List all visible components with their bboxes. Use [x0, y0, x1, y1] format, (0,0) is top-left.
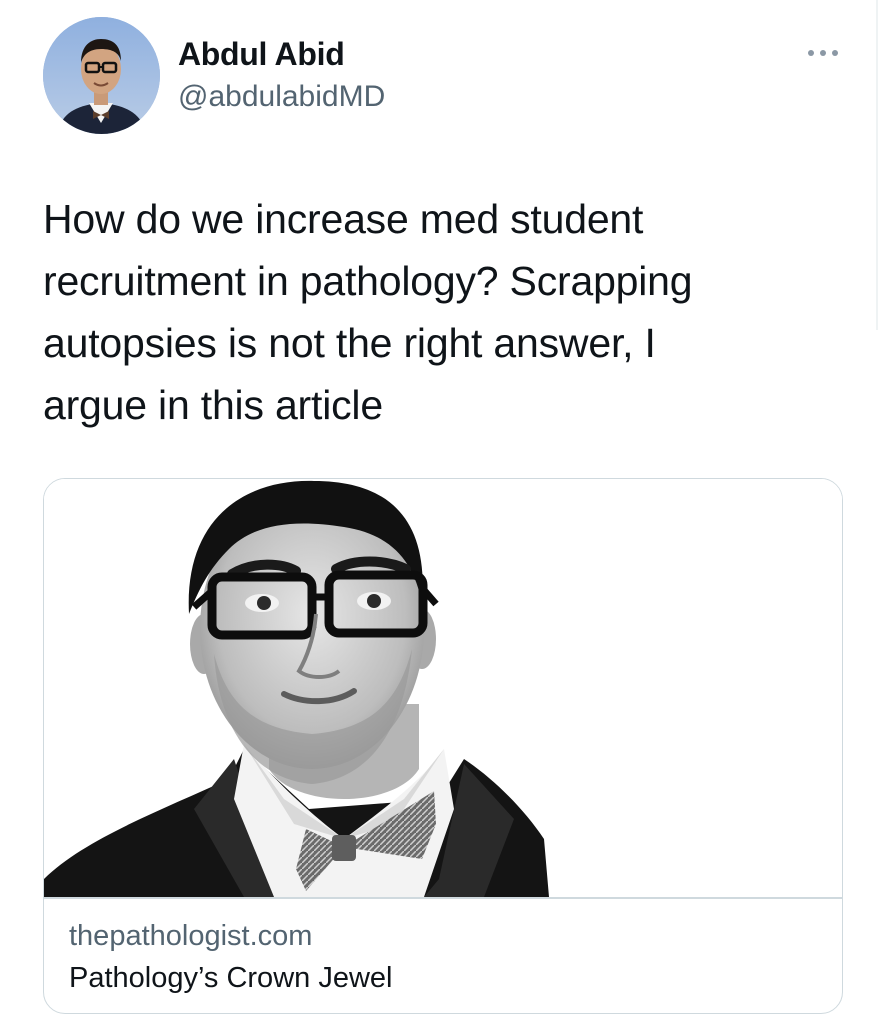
author-handle[interactable]: @abdulabidMD: [178, 80, 385, 114]
article-photo-icon: [44, 479, 842, 897]
link-card-domain: thepathologist.com: [69, 920, 313, 952]
profile-photo-icon: [43, 17, 160, 134]
author-avatar[interactable]: [43, 17, 160, 134]
link-card-image[interactable]: [44, 479, 842, 897]
tweet-text: How do we increase med student recruitme…: [43, 196, 693, 428]
card-divider: [44, 897, 842, 899]
more-options-button[interactable]: [800, 38, 846, 68]
tweet: Abdul Abid @abdulabidMD How do we increa…: [0, 0, 886, 1024]
link-card-title[interactable]: Pathology’s Crown Jewel: [69, 961, 392, 995]
author-display-name[interactable]: Abdul Abid: [178, 36, 345, 72]
divider: [876, 0, 878, 330]
link-card[interactable]: thepathologist.com Pathology’s Crown Jew…: [43, 478, 843, 1014]
more-horizontal-icon: [808, 50, 838, 56]
